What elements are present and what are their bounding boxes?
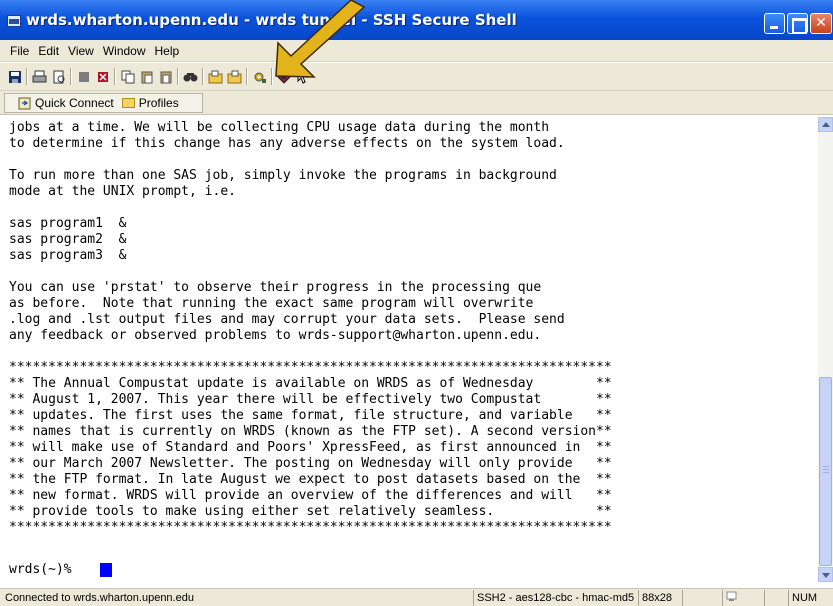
delete-icon[interactable] bbox=[94, 68, 111, 85]
terminal-area[interactable]: jobs at a time. We will be collecting CP… bbox=[5, 117, 818, 582]
terminal-line: to determine if this change has any adve… bbox=[9, 136, 565, 151]
menu-edit[interactable]: Edit bbox=[38, 44, 59, 58]
maximize-button[interactable] bbox=[787, 13, 808, 34]
minimize-button[interactable] bbox=[764, 13, 785, 34]
network-icon bbox=[726, 591, 737, 601]
scroll-thumb[interactable] bbox=[819, 377, 832, 566]
help-icon[interactable]: ? bbox=[295, 68, 312, 85]
menu-file[interactable]: File bbox=[10, 44, 29, 58]
copy-icon[interactable] bbox=[119, 68, 136, 85]
profiles-icon[interactable] bbox=[276, 68, 293, 85]
terminal-line: ****************************************… bbox=[9, 520, 612, 535]
title-bar[interactable]: wrds.wharton.upenn.edu - wrds tunnel - S… bbox=[0, 0, 833, 40]
settings-icon[interactable] bbox=[251, 68, 268, 85]
terminal-line: ** new format. WRDS will provide an over… bbox=[9, 488, 612, 503]
print-preview-icon[interactable] bbox=[50, 68, 67, 85]
find-icon[interactable] bbox=[182, 68, 199, 85]
window-title: wrds.wharton.upenn.edu - wrds tunnel - S… bbox=[26, 11, 517, 29]
quick-connect-panel: Quick Connect Profiles bbox=[4, 93, 203, 113]
quick-connect-button[interactable]: Quick Connect bbox=[35, 96, 114, 110]
terminal-line: ** our March 2007 Newsletter. The postin… bbox=[9, 456, 612, 471]
terminal-line: ** August 1, 2007. This year there will … bbox=[9, 392, 612, 407]
status-panel-empty bbox=[764, 590, 788, 606]
file-transfer-icon[interactable] bbox=[207, 68, 224, 85]
print-icon[interactable] bbox=[31, 68, 48, 85]
cut-icon[interactable] bbox=[75, 68, 92, 85]
terminal-line: ** the FTP format. In late August we exp… bbox=[9, 472, 612, 487]
scroll-down-button[interactable] bbox=[818, 567, 833, 582]
scroll-up-button[interactable] bbox=[818, 117, 833, 132]
menu-window[interactable]: Window bbox=[103, 44, 146, 58]
terminal-line: any feedback or observed problems to wrd… bbox=[9, 328, 542, 343]
paste-icon[interactable] bbox=[138, 68, 155, 85]
new-file-transfer-icon[interactable] bbox=[226, 68, 243, 85]
numlock-status: NUM bbox=[788, 590, 817, 606]
terminal-line: ** names that is currently on WRDS (know… bbox=[9, 424, 612, 439]
terminal-line: sas program1 & bbox=[9, 216, 127, 231]
folder-icon bbox=[121, 98, 135, 108]
save-icon[interactable] bbox=[6, 68, 23, 85]
terminal-prompt: wrds(~)% bbox=[9, 562, 80, 577]
profiles-bar: Quick Connect Profiles bbox=[0, 91, 833, 115]
vertical-scrollbar[interactable] bbox=[818, 117, 833, 582]
terminal-line: .log and .lst output files and may corru… bbox=[9, 312, 565, 327]
close-button[interactable]: ✕ bbox=[810, 13, 832, 34]
terminal-line: mode at the UNIX prompt, i.e. bbox=[9, 184, 236, 199]
app-icon[interactable] bbox=[7, 15, 21, 27]
status-bar: Connected to wrds.wharton.upenn.edu SSH2… bbox=[0, 588, 833, 606]
profiles-button[interactable]: Profiles bbox=[139, 96, 179, 110]
terminal-line: ****************************************… bbox=[9, 360, 612, 375]
paste-special-icon[interactable] bbox=[157, 68, 174, 85]
terminal-cursor bbox=[100, 563, 112, 577]
status-panel-empty bbox=[682, 590, 722, 606]
terminal-line: ** provide tools to make using either se… bbox=[9, 504, 612, 519]
menu-view[interactable]: View bbox=[68, 44, 94, 58]
terminal-line: jobs at a time. We will be collecting CP… bbox=[9, 120, 550, 135]
terminal-line: You can use 'prstat' to observe their pr… bbox=[9, 280, 542, 295]
close-icon: ✕ bbox=[815, 15, 827, 31]
menu-bar: File Edit View Window Help bbox=[0, 40, 833, 62]
menu-help[interactable]: Help bbox=[155, 44, 180, 58]
terminal-line: ** The Annual Compustat update is availa… bbox=[9, 376, 612, 391]
svg-text:?: ? bbox=[305, 71, 309, 80]
terminal-line: sas program2 & bbox=[9, 232, 127, 247]
terminal-line: as before. Note that running the exact s… bbox=[9, 296, 534, 311]
terminal-line: sas program3 & bbox=[9, 248, 127, 263]
connection-status: Connected to wrds.wharton.upenn.edu bbox=[5, 592, 194, 604]
status-panel-icon bbox=[722, 590, 764, 606]
terminal-size-status: 88x28 bbox=[638, 590, 672, 606]
terminal-line: To run more than one SAS job, simply inv… bbox=[9, 168, 557, 183]
cipher-status: SSH2 - aes128-cbc - hmac-md5 bbox=[473, 590, 634, 606]
toolbar: ? bbox=[0, 63, 833, 91]
quick-connect-icon[interactable] bbox=[17, 96, 31, 110]
terminal-line: ** updates. The first uses the same form… bbox=[9, 408, 612, 423]
terminal-line: ** will make use of Standard and Poors' … bbox=[9, 440, 612, 455]
